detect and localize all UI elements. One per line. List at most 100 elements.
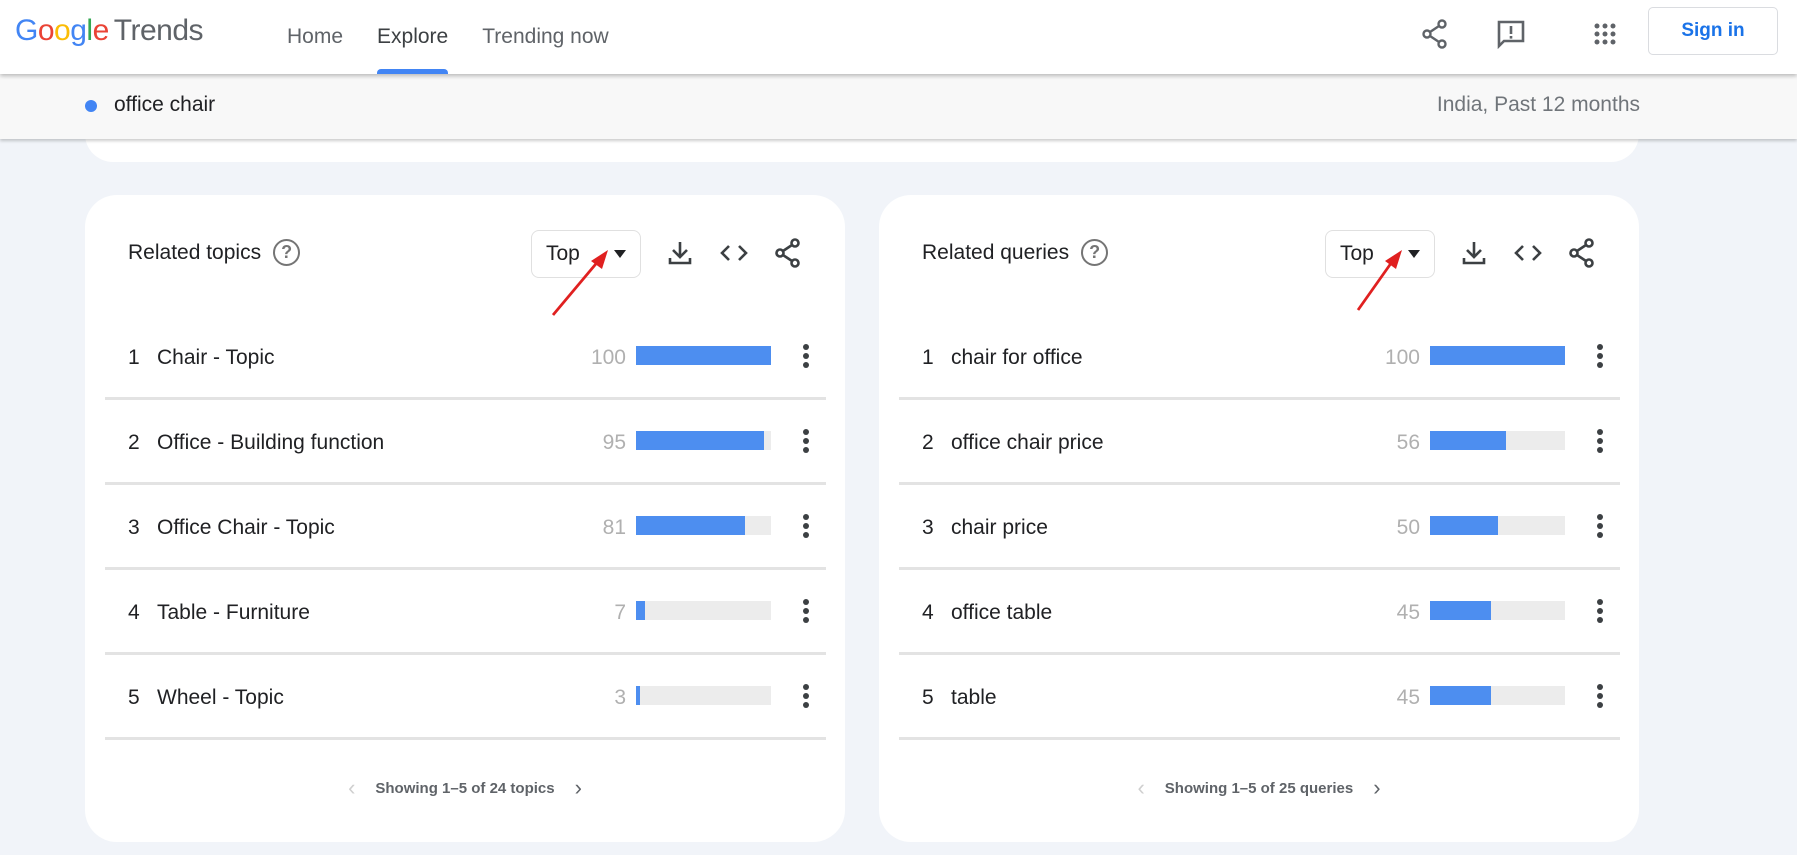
top-app-bar: Google Trends Home Explore Trending now S… [0,0,1797,74]
value-bar [1430,431,1565,450]
nav-explore[interactable]: Explore [360,0,465,74]
related-topics-list: 1 Chair - Topic 100 2 Office - Building fun… [105,315,826,740]
download-csv-icon[interactable] [1456,235,1492,271]
share-icon[interactable] [1564,235,1600,271]
list-item[interactable]: 3 Office Chair - Topic 81 [105,485,826,570]
more-options-icon[interactable] [1585,339,1615,373]
list-item[interactable]: 2 office chair price 56 [899,400,1620,485]
item-label[interactable]: Office Chair - Topic [157,516,335,540]
nav-home[interactable]: Home [270,0,360,74]
value-bar [636,431,771,450]
rank: 1 [128,346,140,369]
item-value: 45 [1396,686,1420,709]
more-options-icon[interactable] [791,594,821,628]
rank: 5 [922,686,934,709]
nav-trending-now[interactable]: Trending now [465,0,625,74]
related-queries-card: Related queries ? Top 1 chair for office 1… [879,195,1639,842]
next-page-chevron-icon[interactable]: › [1373,775,1380,801]
value-bar-fill [1430,601,1491,620]
value-bar [1430,346,1565,365]
dropdown-caret-icon [1408,250,1420,258]
filter-value: Top [1340,242,1374,265]
related-topics-pager: ‹ Showing 1–5 of 24 topics › [85,775,845,801]
next-page-chevron-icon[interactable]: › [575,775,582,801]
item-label[interactable]: Table - Furniture [157,601,310,625]
share-icon[interactable] [770,235,806,271]
item-label[interactable]: Office - Building function [157,431,384,455]
more-options-icon[interactable] [1585,594,1615,628]
item-label[interactable]: chair for office [951,346,1083,370]
value-bar [1430,686,1565,705]
more-options-icon[interactable] [1585,679,1615,713]
more-options-icon[interactable] [1585,509,1615,543]
value-bar-fill [636,346,771,365]
pager-status: Showing 1–5 of 25 queries [1164,779,1354,797]
item-value: 100 [1384,346,1420,369]
related-queries-title: Related queries [922,240,1070,264]
item-value: 3 [614,686,626,709]
apps-grid-icon[interactable] [1583,12,1627,56]
value-bar-fill [636,601,646,620]
feedback-icon[interactable] [1489,12,1533,56]
search-term[interactable]: office chair [114,93,215,117]
rank: 5 [128,686,140,709]
list-item[interactable]: 1 Chair - Topic 100 [105,315,826,400]
item-value: 7 [614,601,626,624]
item-value: 100 [590,346,626,369]
region-period-label: India, Past 12 months [1436,93,1640,116]
item-value: 50 [1396,516,1420,539]
previous-page-chevron-icon[interactable]: ‹ [348,775,355,801]
rank: 4 [128,601,140,624]
list-item[interactable]: 1 chair for office 100 [899,315,1620,400]
term-color-dot [85,100,97,112]
value-bar-fill [1430,686,1491,705]
related-queries-pager: ‹ Showing 1–5 of 25 queries › [879,775,1639,801]
item-value: 95 [602,431,626,454]
value-bar [636,601,771,620]
value-bar-fill [636,516,746,535]
item-label[interactable]: chair price [951,516,1048,540]
item-value: 81 [602,516,626,539]
download-csv-icon[interactable] [662,235,698,271]
rank: 4 [922,601,934,624]
item-label[interactable]: table [951,686,997,710]
item-value: 56 [1396,431,1420,454]
related-queries-filter-select[interactable]: Top [1325,230,1435,278]
more-options-icon[interactable] [1585,424,1615,458]
list-item[interactable]: 2 Office - Building function 95 [105,400,826,485]
rank: 3 [128,516,140,539]
more-options-icon[interactable] [791,424,821,458]
previous-page-chevron-icon[interactable]: ‹ [1137,775,1144,801]
item-value: 45 [1396,601,1420,624]
related-topics-filter-select[interactable]: Top [531,230,641,278]
value-bar [1430,601,1565,620]
help-icon[interactable]: ? [1081,239,1109,266]
list-item[interactable]: 5 Wheel - Topic 3 [105,655,826,740]
value-bar-fill [1430,346,1565,365]
value-bar-fill [1430,431,1506,450]
list-item[interactable]: 4 Table - Furniture 7 [105,570,826,655]
pager-status: Showing 1–5 of 24 topics [375,779,555,797]
embed-code-icon[interactable] [1510,235,1546,271]
more-options-icon[interactable] [791,679,821,713]
more-options-icon[interactable] [791,339,821,373]
value-bar [636,516,771,535]
list-item[interactable]: 4 office table 45 [899,570,1620,655]
sign-in-button[interactable]: Sign in [1648,7,1778,55]
related-topics-title: Related topics [128,240,262,264]
help-icon[interactable]: ? [273,239,301,266]
share-icon[interactable] [1413,12,1457,56]
item-label[interactable]: Wheel - Topic [157,686,284,710]
item-label[interactable]: office table [951,601,1052,625]
more-options-icon[interactable] [791,509,821,543]
embed-code-icon[interactable] [716,235,752,271]
list-item[interactable]: 5 table 45 [899,655,1620,740]
list-item[interactable]: 3 chair price 50 [899,485,1620,570]
item-label[interactable]: Chair - Topic [157,346,275,370]
rank: 3 [922,516,934,539]
rank: 2 [922,431,934,454]
related-topics-header: Related topics ? [128,239,301,266]
item-label[interactable]: office chair price [951,431,1104,455]
value-bar-fill [636,686,641,705]
google-trends-logo[interactable]: Google Trends [15,14,204,48]
